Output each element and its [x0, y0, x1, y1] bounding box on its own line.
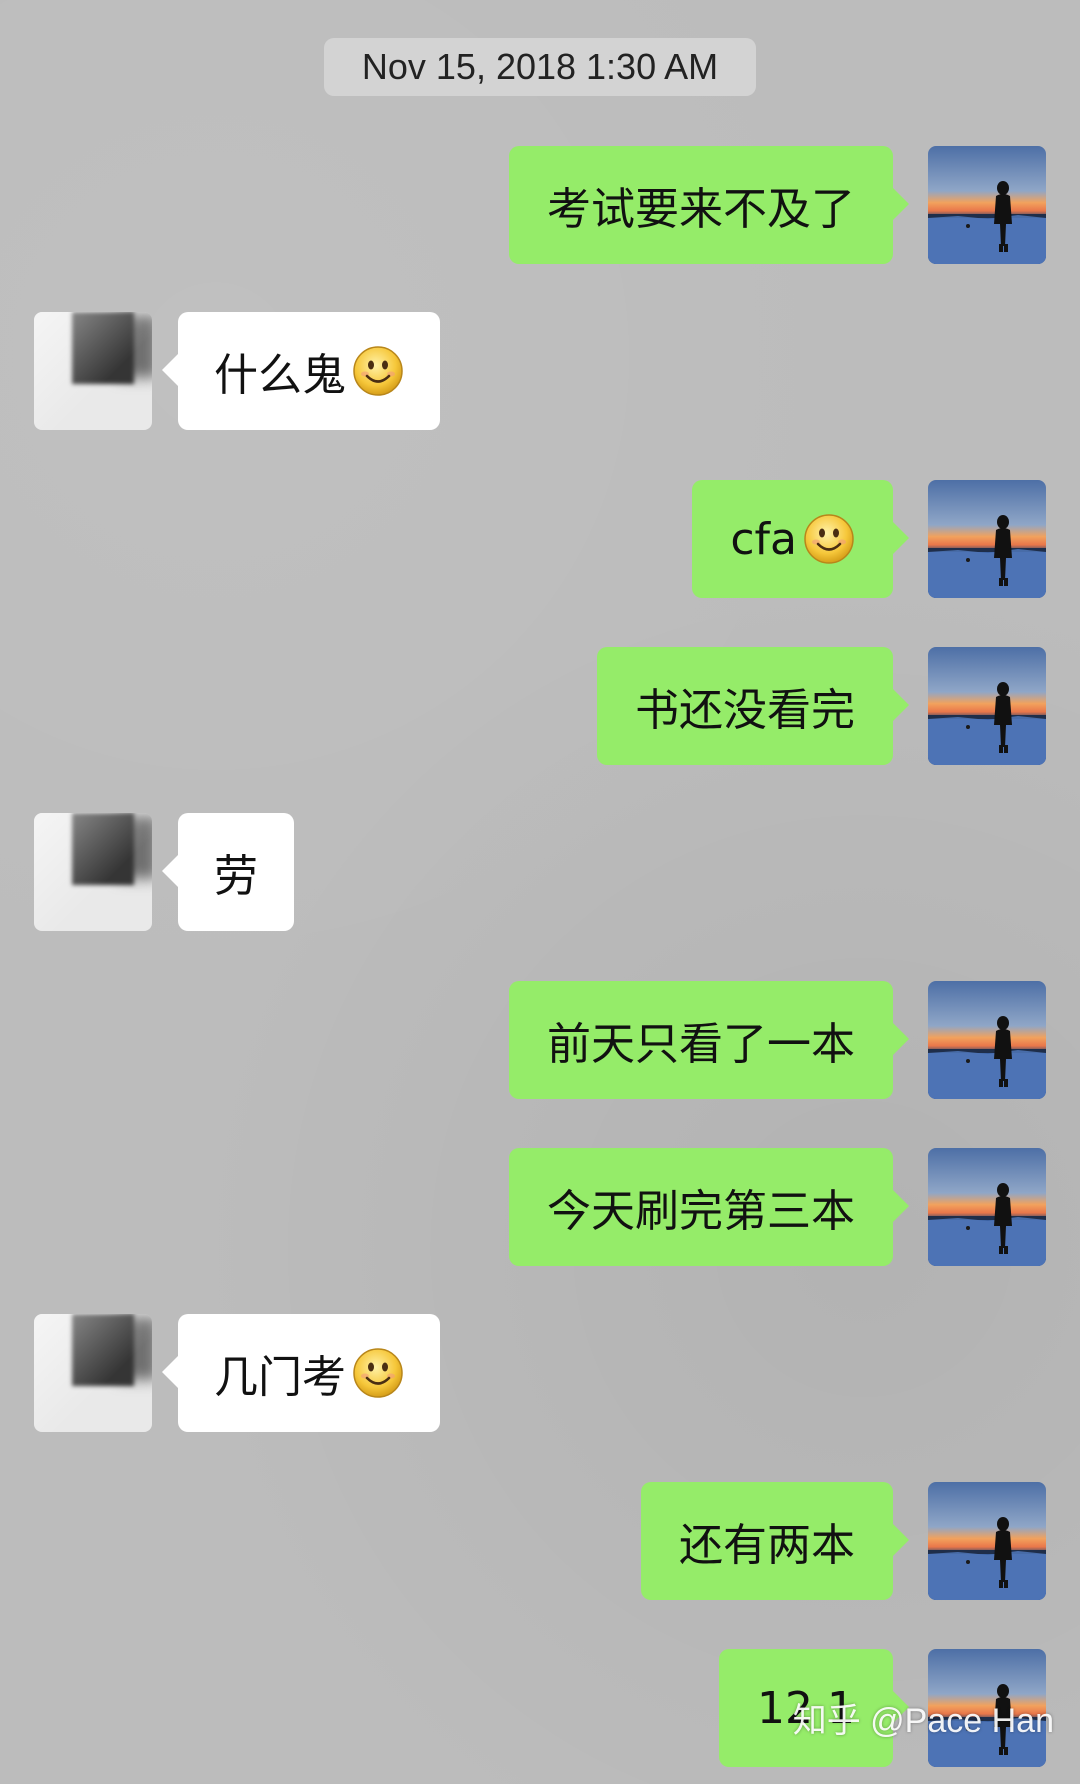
smiley-icon	[803, 513, 855, 565]
my-avatar[interactable]	[928, 146, 1046, 264]
my-avatar[interactable]	[928, 1482, 1046, 1600]
contact-avatar[interactable]	[34, 312, 152, 430]
message-text: 考试要来不及了	[547, 184, 855, 235]
message-bubble-incoming[interactable]: 几门考	[162, 1314, 440, 1432]
message-timestamp: Nov 15, 2018 1:30 AM	[324, 38, 756, 96]
my-avatar[interactable]	[928, 981, 1046, 1099]
message-text: 今天刷完第三本	[547, 1186, 855, 1237]
message-text: cfa	[730, 513, 797, 565]
message-text: 几门考	[214, 1352, 346, 1403]
message-bubble-outgoing[interactable]: 前天只看了一本	[509, 981, 909, 1099]
contact-avatar[interactable]	[34, 813, 152, 931]
smiley-icon	[352, 1347, 404, 1399]
message-text: 劳	[214, 851, 258, 902]
message-text: 什么鬼	[214, 350, 346, 401]
message-text: 前天只看了一本	[547, 1019, 855, 1070]
message-text: 还有两本	[679, 1520, 855, 1571]
message-bubble-incoming[interactable]: 什么鬼	[162, 312, 440, 430]
message-bubble-outgoing[interactable]: cfa	[692, 480, 909, 598]
message-bubble-incoming[interactable]: 劳	[162, 813, 294, 931]
message-bubble-outgoing[interactable]: 考试要来不及了	[509, 146, 909, 264]
chat-background: Nov 15, 2018 1:30 AM 考试要来不及了 什么鬼 cfa 书还没…	[0, 0, 1080, 1784]
my-avatar[interactable]	[928, 647, 1046, 765]
message-text: 书还没看完	[635, 685, 855, 736]
message-bubble-outgoing[interactable]: 书还没看完	[597, 647, 909, 765]
watermark: 知乎 @Pace Han	[792, 1702, 1054, 1740]
my-avatar[interactable]	[928, 480, 1046, 598]
contact-avatar[interactable]	[34, 1314, 152, 1432]
message-bubble-outgoing[interactable]: 今天刷完第三本	[509, 1148, 909, 1266]
my-avatar[interactable]	[928, 1148, 1046, 1266]
smiley-icon	[352, 345, 404, 397]
message-bubble-outgoing[interactable]: 还有两本	[641, 1482, 909, 1600]
